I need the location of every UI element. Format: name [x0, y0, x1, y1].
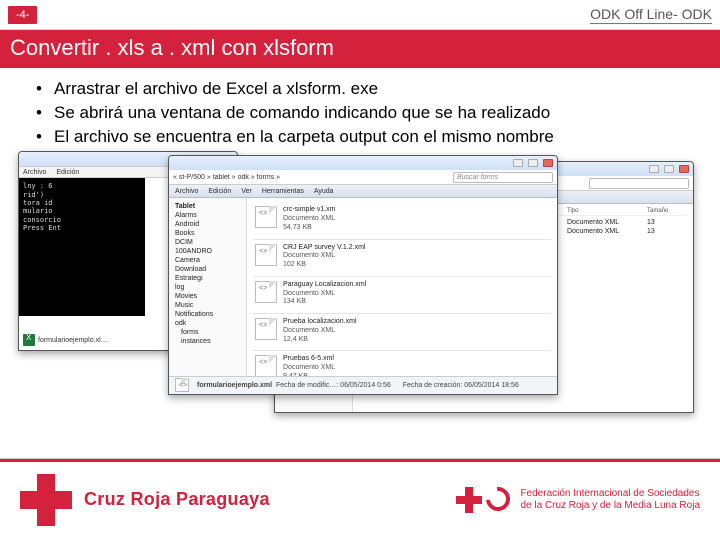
search-input[interactable]: Buscar forms: [453, 172, 553, 183]
top-bar: -4- ODK Off Line- ODK: [0, 0, 720, 30]
file-tile[interactable]: CRJ EAP survey V.1.2.xmlDocumento XML102…: [253, 240, 551, 277]
tree-item: Alarms: [171, 211, 244, 220]
folder-tree[interactable]: Tablet Alarms Android Books DCIM 100ANDR…: [169, 198, 247, 394]
menu-item[interactable]: Ayuda: [314, 188, 334, 195]
tree-item: Notifications: [171, 310, 244, 319]
file-tile[interactable]: Paraguay Localizacion.xmlDocumento XML13…: [253, 277, 551, 314]
minimize-button[interactable]: [649, 165, 659, 173]
red-cross-icon: [20, 474, 72, 526]
bullet-item: El archivo se encuentra en la carpeta ou…: [34, 126, 686, 148]
breadcrumb[interactable]: « st-P/500 » tablet » odk » forms »: [173, 174, 449, 181]
xml-file-icon: [255, 244, 277, 266]
tree-item: instances: [171, 337, 244, 346]
instruction-list: Arrastrar el archivo de Excel a xlsform.…: [0, 68, 720, 155]
maximize-button[interactable]: [664, 165, 674, 173]
close-button[interactable]: [679, 165, 689, 173]
excel-icon: [23, 334, 35, 346]
tree-item: odk: [171, 319, 244, 328]
explorer-window-front: « st-P/500 » tablet » odk » forms » Busc…: [168, 155, 558, 395]
logo-text-right: Federación Internacional de Sociedades d…: [520, 488, 700, 512]
logo-ifrc: Federación Internacional de Sociedades d…: [456, 487, 700, 513]
menu-item[interactable]: Archivo: [175, 188, 198, 195]
logo-cruz-roja-paraguaya: Cruz Roja Paraguaya: [20, 474, 270, 526]
red-cross-icon: [456, 487, 482, 513]
bullet-item: Se abrirá una ventana de comando indican…: [34, 102, 686, 124]
file-list-tiles: crc-simple v1.xmDocumento XML54,73 KB CR…: [247, 198, 557, 394]
tree-item: Camera: [171, 256, 244, 265]
xml-file-icon: [255, 281, 277, 303]
tree-item: Download: [171, 265, 244, 274]
status-bar: formularioejemplo.xml Fecha de modific…:…: [169, 376, 557, 394]
bullet-item: Arrastrar el archivo de Excel a xlsform.…: [34, 78, 686, 100]
column-header[interactable]: Tipo: [567, 208, 647, 214]
maximize-button[interactable]: [528, 159, 538, 167]
menu-item[interactable]: Herramientas: [262, 188, 304, 195]
menu-item[interactable]: Edición: [208, 188, 231, 195]
footer: Cruz Roja Paraguaya Federación Internaci…: [0, 458, 720, 540]
tree-item: forms: [171, 328, 244, 337]
red-crescent-icon: [482, 482, 516, 516]
doc-title: ODK Off Line- ODK: [590, 6, 712, 24]
console-output: lny : 6 rid') tora id mulario consorcio …: [19, 178, 145, 316]
logo-text-left: Cruz Roja Paraguaya: [84, 489, 270, 510]
dragged-file-label: formularioejemplo.xl…: [38, 337, 108, 344]
close-button[interactable]: [543, 159, 553, 167]
search-input[interactable]: [589, 178, 689, 189]
section-title: Convertir . xls a . xml con xlsform: [0, 30, 720, 68]
tree-item: 100ANDRO: [171, 247, 244, 256]
tree-item: Movies: [171, 292, 244, 301]
tree-item: Estrategi: [171, 274, 244, 283]
file-tile[interactable]: Prueba localizacion.xmlDocumento XML12,4…: [253, 314, 551, 351]
tree-item: Books: [171, 229, 244, 238]
menu-item[interactable]: Ver: [241, 188, 252, 195]
xml-file-icon: [255, 355, 277, 377]
tree-item: Android: [171, 220, 244, 229]
menu-item[interactable]: Edición: [56, 169, 79, 176]
screenshot-area: Archivo Edición lny : 6 rid') tora id mu…: [0, 151, 720, 431]
menu-item[interactable]: Archivo: [23, 169, 46, 176]
page-number-badge: -4-: [8, 6, 37, 24]
tree-item: Music: [171, 301, 244, 310]
tree-item: DCIM: [171, 238, 244, 247]
xml-file-icon: [175, 378, 189, 392]
minimize-button[interactable]: [513, 159, 523, 167]
tree-item: log: [171, 283, 244, 292]
xml-file-icon: [255, 318, 277, 340]
file-tile[interactable]: crc-simple v1.xmDocumento XML54,73 KB: [253, 202, 551, 239]
column-header[interactable]: Tamaño: [647, 208, 687, 214]
xml-file-icon: [255, 206, 277, 228]
